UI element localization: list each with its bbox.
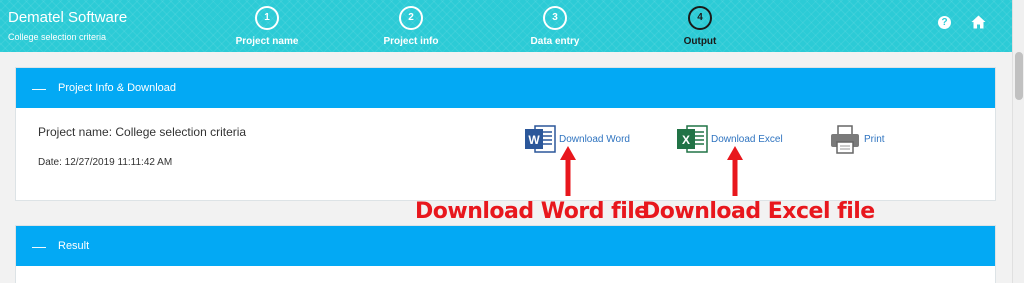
collapse-icon[interactable]: —: [32, 239, 46, 253]
help-icon[interactable]: ?: [938, 16, 951, 29]
step-data-entry[interactable]: 3 Data entry: [500, 6, 610, 47]
scrollbar-thumb[interactable]: [1015, 52, 1023, 100]
svg-text:X: X: [682, 133, 690, 147]
print-link[interactable]: Print: [828, 122, 885, 156]
step-number: 1: [255, 6, 279, 30]
print-label: Print: [864, 133, 885, 145]
printer-icon: [831, 125, 859, 154]
step-label: Project info: [383, 36, 439, 47]
word-icon: W: [525, 125, 556, 153]
page-scrollbar[interactable]: [1012, 0, 1024, 283]
home-icon[interactable]: [971, 15, 986, 29]
step-output[interactable]: 4 Output: [645, 6, 755, 47]
download-word-label: Download Word: [559, 133, 630, 145]
collapse-icon[interactable]: —: [32, 81, 46, 95]
annotation-download-excel: Download Excel file: [642, 199, 875, 224]
step-number: 3: [543, 6, 567, 30]
result-panel-header[interactable]: — Result: [16, 226, 995, 266]
step-label: Data entry: [530, 36, 580, 47]
app-subtitle: College selection criteria: [8, 32, 107, 42]
step-project-name[interactable]: 1 Project name: [212, 6, 322, 47]
arrow-up-icon: [560, 146, 576, 196]
annotation-download-word: Download Word file: [415, 199, 649, 224]
step-project-info[interactable]: 2 Project info: [356, 6, 466, 47]
excel-icon: X: [677, 125, 708, 153]
panel-title: Result: [58, 240, 90, 252]
project-name-text: Project name: College selection criteria: [38, 125, 247, 139]
step-label: Output: [683, 36, 717, 47]
step-label: Project name: [235, 36, 299, 47]
result-panel: — Result: [15, 225, 996, 283]
project-info-panel: — Project Info & Download Project name: …: [15, 67, 996, 201]
panel-title: Project Info & Download: [58, 82, 177, 94]
project-date-text: Date: 12/27/2019 11:11:42 AM: [38, 157, 173, 168]
svg-text:W: W: [528, 133, 540, 147]
step-number: 4: [688, 6, 712, 30]
arrow-up-icon: [727, 146, 743, 196]
app-header: Dematel Software College selection crite…: [0, 0, 1012, 52]
download-excel-label: Download Excel: [711, 133, 783, 145]
project-info-panel-header[interactable]: — Project Info & Download: [16, 68, 995, 108]
step-number: 2: [399, 6, 423, 30]
app-title: Dematel Software: [8, 9, 128, 26]
